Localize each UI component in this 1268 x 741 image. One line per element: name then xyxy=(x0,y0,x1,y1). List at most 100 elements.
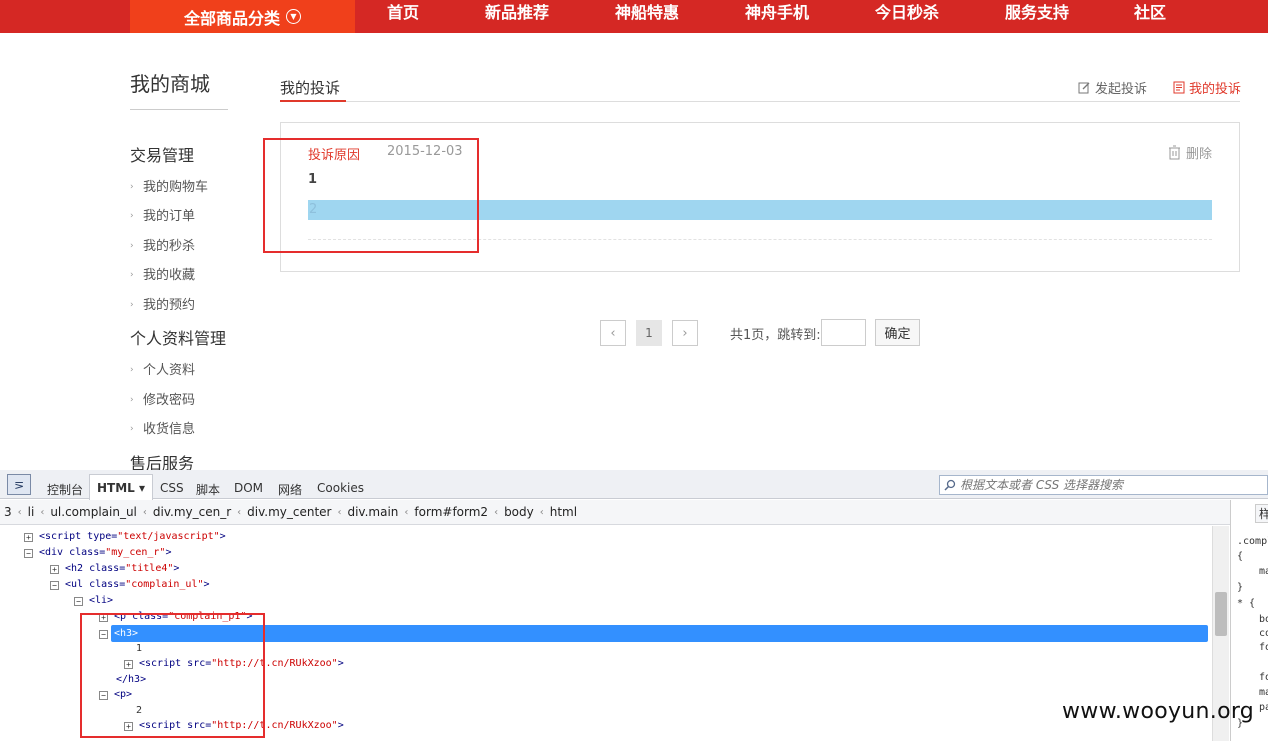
nav-home[interactable]: 首页 xyxy=(387,0,419,33)
expand-icon[interactable]: + xyxy=(50,565,59,574)
sidebar-item-orders[interactable]: › 我的订单 xyxy=(130,205,195,224)
sidebar-divider xyxy=(130,109,228,110)
page: 全部商品分类 ▼ 首页 新品推荐 神船特惠 神舟手机 今日秒杀 服务支持 社区 … xyxy=(0,0,1268,741)
bullet-icon: › xyxy=(130,365,134,375)
sidebar-item-label: 修改密码 xyxy=(143,393,196,408)
sidebar-item-label: 我的购物车 xyxy=(143,180,209,195)
page-jump-input[interactable] xyxy=(821,319,866,346)
breadcrumb-item[interactable]: div.my_cen_r xyxy=(149,505,235,519)
sidebar-item-password[interactable]: › 修改密码 xyxy=(130,389,195,408)
current-page-button[interactable]: 1 xyxy=(636,320,662,346)
css-rule-line: .compl xyxy=(1237,536,1268,547)
next-page-button[interactable]: › xyxy=(672,320,698,346)
tab-dom[interactable]: DOM xyxy=(234,481,263,495)
css-panel-tab[interactable]: 样 xyxy=(1255,504,1268,523)
attr-value: "title4" xyxy=(125,563,174,574)
bullet-icon: › xyxy=(130,424,134,434)
breadcrumb-item[interactable]: 3 xyxy=(0,505,16,519)
nav-flash-sale[interactable]: 今日秒杀 xyxy=(875,0,939,33)
css-rule-line: } xyxy=(1237,582,1244,593)
css-rule-line: bo xyxy=(1259,614,1268,625)
prev-page-button[interactable]: ‹ xyxy=(600,320,626,346)
tab-cookies[interactable]: Cookies xyxy=(317,481,364,495)
collapse-icon[interactable]: − xyxy=(24,549,33,558)
nav-phones[interactable]: 神舟手机 xyxy=(745,0,809,33)
breadcrumb-separator-icon: ‹ xyxy=(237,506,242,518)
inspect-icon[interactable]: ⋝ xyxy=(7,474,31,495)
sidebar-group-trade: 交易管理 xyxy=(130,146,195,165)
breadcrumb-item[interactable]: div.main xyxy=(343,505,402,519)
tag-close: > xyxy=(337,720,344,731)
breadcrumb-separator-icon: ‹ xyxy=(404,506,409,518)
nav-specials[interactable]: 神船特惠 xyxy=(615,0,679,33)
bullet-icon: › xyxy=(130,270,134,280)
css-rule-line: pa xyxy=(1259,702,1268,713)
tree-node-script[interactable]: + <script type="text/javascript"> xyxy=(24,529,226,544)
breadcrumb-separator-icon: ‹ xyxy=(17,506,22,518)
selected-node-highlight xyxy=(111,625,1208,642)
sidebar-item-favorites[interactable]: › 我的收藏 xyxy=(130,264,195,283)
sidebar-item-address[interactable]: › 收货信息 xyxy=(130,418,195,437)
tag-close: > xyxy=(219,531,226,542)
sidebar-title: 我的商城 xyxy=(130,72,210,96)
devtools-tabbar: ⋝ 控制台 HTML ▾ CSS 脚本 DOM 网络 Cookies xyxy=(0,470,1268,500)
tag-close: > xyxy=(173,563,180,574)
devtools-search-input[interactable] xyxy=(960,478,1260,492)
tree-node-div[interactable]: − <div class="my_cen_r"> xyxy=(24,545,171,560)
breadcrumb-item[interactable]: div.my_center xyxy=(243,505,335,519)
breadcrumb-item[interactable]: html xyxy=(546,505,581,519)
all-categories-button[interactable]: 全部商品分类 ▼ xyxy=(130,0,355,33)
breadcrumb-item[interactable]: li xyxy=(24,505,39,519)
tag-close: > xyxy=(165,547,172,558)
attr-value: "complain_ul" xyxy=(125,579,204,590)
expand-icon[interactable]: + xyxy=(24,533,33,542)
sidebar-item-profile[interactable]: › 个人资料 xyxy=(130,359,195,378)
create-complaint-label: 发起投诉 xyxy=(1095,82,1148,97)
document-icon xyxy=(1173,81,1185,94)
chevron-down-icon: ▼ xyxy=(286,9,301,24)
tag-close: > xyxy=(337,658,344,669)
page-jump-confirm-button[interactable]: 确定 xyxy=(875,319,920,346)
tab-network[interactable]: 网络 xyxy=(278,481,302,498)
collapse-icon[interactable]: − xyxy=(74,597,83,606)
sidebar-item-flash-sale[interactable]: › 我的秒杀 xyxy=(130,235,195,254)
css-rule-line: co xyxy=(1259,628,1268,639)
nav-support[interactable]: 服务支持 xyxy=(1005,0,1069,33)
breadcrumb-separator-icon: ‹ xyxy=(494,506,499,518)
annotation-box-bottom xyxy=(80,613,265,738)
sidebar-item-label: 我的秒杀 xyxy=(143,239,196,254)
dom-breadcrumb: 3 ‹ li ‹ ul.complain_ul ‹ div.my_cen_r ‹ div… xyxy=(0,500,1230,525)
tree-node-ul[interactable]: − <ul class="complain_ul"> xyxy=(50,577,210,592)
tab-console[interactable]: 控制台 xyxy=(47,481,83,498)
tree-node-li[interactable]: − <li> xyxy=(74,593,113,608)
sidebar-item-cart[interactable]: › 我的购物车 xyxy=(130,176,208,195)
devtools-search[interactable] xyxy=(939,475,1268,495)
my-complaints-link[interactable]: 我的投诉 xyxy=(1173,78,1241,97)
collapse-icon[interactable]: − xyxy=(50,581,59,590)
tag-name: <div xyxy=(39,547,70,558)
sidebar-item-label: 我的收藏 xyxy=(143,268,196,283)
nav-community[interactable]: 社区 xyxy=(1134,0,1166,33)
tab-script[interactable]: 脚本 xyxy=(196,481,220,498)
attr-value: "text/javascript" xyxy=(117,531,220,542)
trash-icon xyxy=(1169,145,1180,160)
tree-node-h2[interactable]: + <h2 class="title4"> xyxy=(50,561,179,576)
delete-button[interactable]: 删除 xyxy=(1168,143,1212,162)
sidebar-item-label: 我的订单 xyxy=(143,209,196,224)
scrollbar-thumb[interactable] xyxy=(1215,592,1227,636)
bullet-icon: › xyxy=(130,395,134,405)
sidebar-item-reservations[interactable]: › 我的预约 xyxy=(130,294,195,313)
breadcrumb-item[interactable]: form#form2 xyxy=(410,505,492,519)
my-complaints-label: 我的投诉 xyxy=(1189,82,1242,97)
breadcrumb-item[interactable]: ul.complain_ul xyxy=(46,505,141,519)
nav-new-products[interactable]: 新品推荐 xyxy=(485,0,549,33)
css-rule-line: { xyxy=(1237,551,1244,562)
tag-name: <script xyxy=(39,531,88,542)
breadcrumb-separator-icon: ‹ xyxy=(142,506,147,518)
create-complaint-link[interactable]: 发起投诉 xyxy=(1078,78,1147,97)
tab-html[interactable]: HTML ▾ xyxy=(89,474,154,500)
breadcrumb-item[interactable]: body xyxy=(500,505,538,519)
title-underline xyxy=(280,100,346,102)
attr-name: class= xyxy=(89,563,126,574)
tab-css[interactable]: CSS xyxy=(160,481,184,495)
